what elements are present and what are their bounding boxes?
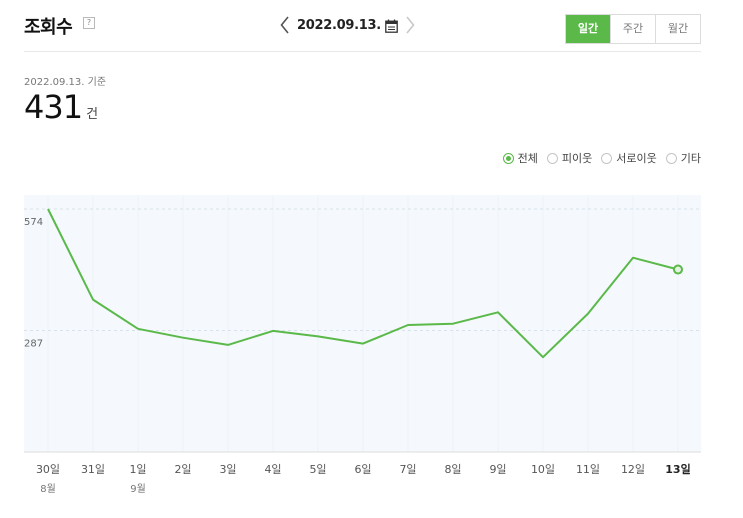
x-tick-label: 6일 <box>354 462 371 476</box>
line-chart: 574 287 30일 8월 31일 1일 9월 2일 3일 4일 5일 6일 7일 8일 9일 10일 11일… <box>24 195 701 495</box>
x-tick-label: 7일 <box>399 462 416 476</box>
month-label: 8월 <box>40 483 56 495</box>
x-tick-label: 3일 <box>219 462 236 476</box>
x-tick-label: 2일 <box>174 462 191 476</box>
x-tick-label: 12일 <box>621 462 645 476</box>
x-tick-label: 30일 <box>36 462 60 476</box>
x-tick-label: 10일 <box>531 462 555 476</box>
y-tick-label: 574 <box>24 217 43 228</box>
x-tick-label: 5일 <box>309 462 326 476</box>
month-label: 9월 <box>130 483 146 495</box>
x-tick-label: 13일 <box>665 462 690 476</box>
y-tick-label: 287 <box>24 339 43 350</box>
x-tick-label: 4일 <box>264 462 281 476</box>
data-point <box>673 264 683 275</box>
x-tick-label: 9일 <box>489 462 506 476</box>
x-tick-label: 1일 <box>129 462 146 476</box>
x-tick-label: 8일 <box>444 462 461 476</box>
x-tick-label: 31일 <box>81 462 105 476</box>
x-tick-label: 11일 <box>576 462 600 476</box>
